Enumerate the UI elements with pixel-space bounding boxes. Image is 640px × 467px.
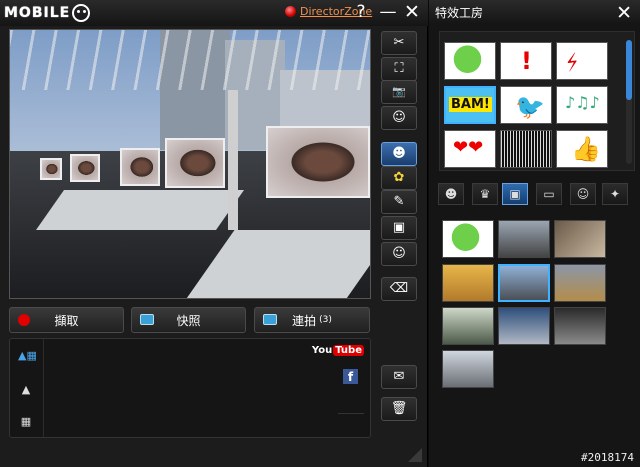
preview-roof xyxy=(10,30,370,90)
bam-icon: BAM! xyxy=(449,97,492,112)
facebook-logo[interactable]: f xyxy=(343,369,358,384)
scene-thumb[interactable] xyxy=(554,307,606,345)
mail-button[interactable]: ✉ xyxy=(381,365,417,389)
scene-thumb[interactable] xyxy=(498,220,550,258)
director-zone-icon xyxy=(285,6,296,17)
scene-thumb[interactable] xyxy=(554,220,606,258)
youtube-prefix: You xyxy=(311,345,333,356)
resize-grip-icon[interactable] xyxy=(408,448,422,462)
app-logo: MOBILE xyxy=(4,2,91,24)
camera-settings-button[interactable]: 📷 xyxy=(381,80,417,104)
preview-billboard xyxy=(70,154,100,182)
thumbsup-effect-thumb[interactable]: 👍 xyxy=(556,130,608,168)
bird-effect-thumb[interactable]: 🐦 xyxy=(500,86,552,124)
trash-button[interactable]: 🗑 xyxy=(381,397,417,421)
soundwave-effect-thumb[interactable] xyxy=(500,130,552,168)
media-filter-sidebar: ▲▦ ▲ ▦ xyxy=(10,339,44,437)
tab-avatar[interactable]: ☻ xyxy=(438,183,464,205)
frame-button[interactable]: ▣ xyxy=(381,216,417,240)
notes-effect-thumb[interactable]: ♪♫♪ xyxy=(556,86,608,124)
effects-scrollbar[interactable] xyxy=(626,40,632,164)
bird-icon: 🐦 xyxy=(515,93,545,121)
scene-thumbnails xyxy=(438,212,634,448)
divider xyxy=(338,413,364,414)
snapshot-button[interactable]: 快照 xyxy=(131,307,246,333)
lightning-icon: ⚡ xyxy=(561,49,585,78)
watermark: #2018174 xyxy=(581,451,634,464)
tab-scene[interactable]: ▣ xyxy=(502,183,528,205)
record-icon xyxy=(18,314,30,326)
effects-button[interactable]: ☻ xyxy=(381,142,417,166)
photo-filter-icon[interactable]: ▲ xyxy=(18,383,34,397)
preview-billboard xyxy=(165,138,225,188)
music-notes-icon: ♪♫♪ xyxy=(565,93,600,112)
youtube-tube: Tube xyxy=(333,345,364,356)
record-label: 擷取 xyxy=(54,313,79,328)
all-media-icon[interactable]: ▲▦ xyxy=(18,349,37,363)
globe-effect-thumb[interactable] xyxy=(444,42,496,80)
lips-effect-thumb[interactable]: ❤❤ xyxy=(444,130,496,168)
effects-close-button[interactable]: ✕ xyxy=(616,2,632,24)
webcam-face-icon xyxy=(72,4,91,22)
zigzag-effect-thumb[interactable]: ⚡ xyxy=(556,42,608,80)
preview-billboard xyxy=(120,148,160,186)
exclamation-icon: ! xyxy=(521,47,532,75)
bam-effect-thumb[interactable]: BAM! xyxy=(444,86,496,124)
scene-thumb[interactable] xyxy=(498,307,550,345)
share-panel: ▲▦ ▲ ▦ You Tube f xyxy=(9,338,371,438)
preview-track-cover xyxy=(35,190,245,230)
scene-globe-thumb[interactable] xyxy=(442,220,494,258)
flower-effect-button[interactable]: ✿ xyxy=(381,166,417,190)
record-button[interactable]: 擷取 xyxy=(9,307,124,333)
help-button[interactable]: ? xyxy=(351,2,371,22)
video-preview xyxy=(9,29,371,299)
burst-count: (3) xyxy=(319,315,332,325)
add-avatar-button[interactable]: ☺ xyxy=(381,106,417,130)
tab-particle[interactable]: ✦ xyxy=(602,183,628,205)
preview-billboard xyxy=(40,158,62,180)
video-filter-icon[interactable]: ▦ xyxy=(18,415,34,429)
scene-thumb[interactable] xyxy=(442,350,494,388)
effects-title: 特效工房 xyxy=(435,6,484,20)
minimize-button[interactable]: — xyxy=(378,2,398,22)
tab-frame[interactable]: ▭ xyxy=(536,183,562,205)
preview-billboard xyxy=(266,126,370,198)
effects-scrollbar-thumb[interactable] xyxy=(626,40,632,100)
scene-thumb[interactable] xyxy=(442,307,494,345)
close-button[interactable]: ✕ xyxy=(402,2,422,22)
tab-emotion[interactable]: ☺ xyxy=(570,183,596,205)
burst-label: 連拍 xyxy=(292,313,317,328)
camera-icon xyxy=(140,314,154,325)
main-window: MOBILE DirectorZone ? — ✕ 擷取 快照 連拍 (3) ▲… xyxy=(0,0,428,467)
scene-thumb[interactable] xyxy=(442,264,494,302)
scene-thumb[interactable] xyxy=(554,264,606,302)
camera-icon xyxy=(263,314,277,325)
thumbs-up-icon: 👍 xyxy=(571,135,601,163)
eraser-button[interactable]: ⌫ xyxy=(381,277,417,301)
logo-text: MOBILE xyxy=(4,5,71,21)
people-button[interactable]: ☺ xyxy=(381,242,417,266)
effect-thumbnails: ! ⚡ BAM! 🐦 ♪♫♪ ❤❤ 👍 xyxy=(439,31,635,171)
effect-category-tabs: ☻ ♛ ▣ ▭ ☺ ✦ xyxy=(434,183,636,207)
scene-train-station-thumb[interactable] xyxy=(498,264,550,302)
lips-icon: ❤❤ xyxy=(453,137,484,158)
preview-pillar xyxy=(228,90,238,230)
effects-title-bar[interactable]: 特效工房 ✕ xyxy=(429,0,640,24)
fullscreen-button[interactable]: ⛶ xyxy=(381,57,417,81)
exclamation-effect-thumb[interactable]: ! xyxy=(500,42,552,80)
settings-button[interactable]: ✂ xyxy=(381,31,417,55)
tab-costume[interactable]: ♛ xyxy=(472,183,498,205)
title-bar[interactable]: MOBILE DirectorZone ? — ✕ xyxy=(0,0,428,26)
snapshot-label: 快照 xyxy=(176,313,201,328)
youtube-logo[interactable]: You Tube xyxy=(312,345,364,356)
burst-button[interactable]: 連拍 (3) xyxy=(254,307,370,333)
pen-button[interactable]: ✎ xyxy=(381,190,417,214)
